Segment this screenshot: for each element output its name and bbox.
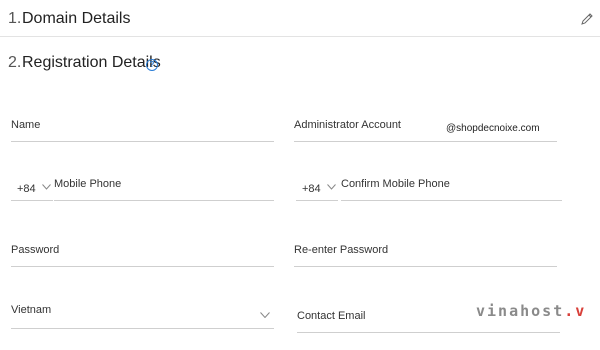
country-select[interactable]: Vietnam: [11, 302, 274, 329]
name-field[interactable]: Name: [11, 115, 274, 142]
country-code-value: +84: [302, 183, 321, 195]
mobile-phone-field[interactable]: Mobile Phone: [54, 174, 274, 201]
domain-details-header[interactable]: 1. Domain Details: [0, 0, 600, 37]
country-code-select[interactable]: +84: [11, 174, 53, 201]
section-title: Registration Details: [22, 54, 161, 71]
reenter-password-field[interactable]: Re-enter Password: [294, 240, 557, 267]
password-field[interactable]: Password: [11, 240, 274, 267]
chevron-down-icon: [42, 184, 51, 190]
confirm-mobile-phone-field[interactable]: Confirm Mobile Phone: [341, 174, 562, 201]
mobile-phone-input[interactable]: [54, 174, 274, 200]
vinahost-watermark: vinahost.v: [476, 302, 587, 320]
country-value: Vietnam: [11, 304, 52, 316]
chevron-down-icon: [260, 312, 270, 318]
section-number: 1.: [8, 10, 22, 27]
reenter-password-input[interactable]: [294, 240, 557, 266]
pencil-icon[interactable]: [580, 12, 594, 26]
domain-suffix: @shopdecnoixe.com: [446, 123, 540, 134]
name-input[interactable]: [11, 115, 274, 141]
section-number: 2.: [8, 54, 22, 71]
section-title: Domain Details: [22, 10, 131, 27]
chevron-down-icon: [327, 184, 336, 190]
question-circle-icon[interactable]: ?: [146, 59, 158, 71]
confirm-mobile-phone-input[interactable]: [341, 174, 562, 200]
country-code-select[interactable]: +84: [296, 174, 338, 201]
registration-details-header: 2. Registration Details ?: [0, 44, 600, 80]
country-code-value: +84: [17, 183, 36, 195]
password-input[interactable]: [11, 240, 274, 266]
